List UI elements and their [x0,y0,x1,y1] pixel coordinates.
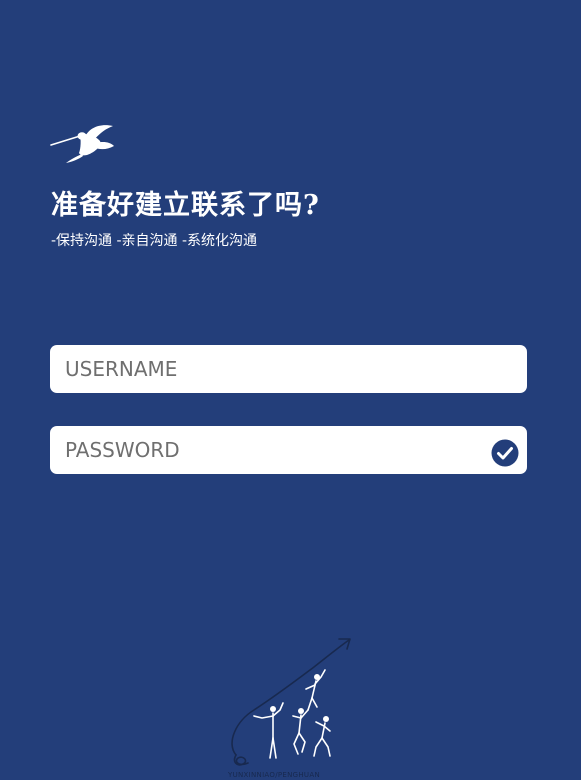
hummingbird-logo-icon [50,125,114,163]
page-title: 准备好建立联系了吗? [51,190,320,221]
footer-caption: YUNXINNIAO/PENGHUAN [228,771,320,779]
check-circle-icon[interactable] [491,439,519,467]
password-input[interactable] [50,426,527,474]
password-field[interactable] [50,426,527,474]
page-subtitle: -保持沟通 -亲自沟通 -系统化沟通 [51,233,258,249]
username-input[interactable] [50,345,527,393]
teamwork-climb-illustration [231,638,351,766]
username-field[interactable] [50,345,527,393]
